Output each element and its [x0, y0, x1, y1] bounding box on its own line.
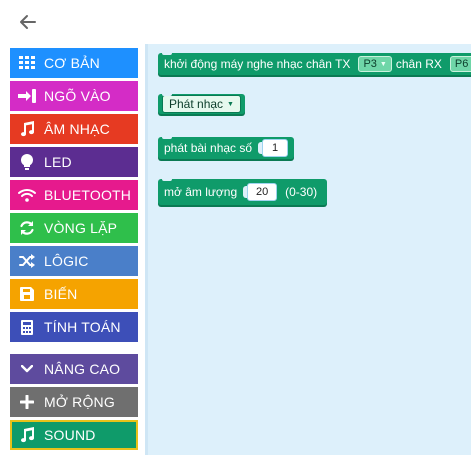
music-icon	[10, 420, 44, 450]
arrow-left-icon	[20, 15, 36, 29]
block-text: phát bài nhạc số	[164, 141, 253, 155]
category-bien[interactable]: BIẾN	[10, 279, 138, 309]
block-play-track[interactable]: phát bài nhạc số 1	[158, 136, 295, 159]
category-led[interactable]: LED	[10, 147, 138, 177]
category-am-nhac[interactable]: ÂM NHẠC	[10, 114, 138, 144]
input-icon	[10, 81, 44, 111]
category-label: BIẾN	[44, 286, 78, 302]
category-label: BLUETOOTH	[44, 187, 132, 203]
rx-pin-value: P6	[454, 58, 469, 70]
shuffle-icon	[10, 246, 44, 276]
volume-range-text: (0-30)	[285, 185, 318, 199]
caret-down-icon: ▼	[227, 100, 234, 108]
grid-icon	[10, 48, 44, 78]
category-label: NGÕ VÀO	[44, 88, 111, 104]
music-icon	[10, 114, 44, 144]
volume-input[interactable]: 20	[247, 183, 278, 201]
category-label: LÔGIC	[44, 253, 89, 269]
tx-pin-value: P3	[363, 58, 377, 70]
block-notch	[162, 52, 172, 55]
category-co-ban[interactable]: CƠ BẢN	[10, 48, 138, 78]
block-play-control[interactable]: Phát nhạc ▼	[158, 93, 245, 114]
category-label: CƠ BẢN	[44, 55, 100, 71]
toolbox-sidebar: CƠ BẢN NGÕ VÀO ÂM NHẠC LED BLUETOOTH VÒN…	[0, 44, 145, 455]
back-button[interactable]	[14, 8, 42, 36]
category-nang-cao[interactable]: NÂNG CAO	[10, 354, 138, 384]
plus-icon	[10, 387, 44, 417]
wifi-icon	[10, 180, 44, 210]
category-label: VÒNG LẶP	[44, 220, 118, 236]
block-notch	[162, 93, 172, 96]
tx-pin-dropdown[interactable]: P3 ▼	[358, 56, 392, 72]
category-label: MỞ RỘNG	[44, 394, 115, 410]
block-set-volume[interactable]: mở âm lượng 20 (0-30)	[158, 178, 328, 205]
category-label: LED	[44, 154, 72, 170]
category-label: SOUND	[44, 427, 96, 443]
block-workspace[interactable]: khởi động máy nghe nhạc chân TX P3 ▼ chân…	[145, 44, 471, 455]
category-sound[interactable]: SOUND	[10, 420, 138, 450]
category-label: TÍNH TOÁN	[44, 319, 121, 335]
play-action-value: Phát nhạc	[169, 97, 224, 111]
block-text: chân RX	[395, 57, 442, 71]
category-label: ÂM NHẠC	[44, 121, 110, 137]
rx-pin-dropdown[interactable]: P6▼	[449, 56, 471, 72]
block-text: khởi động máy nghe nhạc chân TX	[164, 57, 351, 71]
category-vong-lap[interactable]: VÒNG LẶP	[10, 213, 138, 243]
calculator-icon	[10, 312, 44, 342]
category-ngo-vao[interactable]: NGÕ VÀO	[10, 81, 138, 111]
caret-down-icon: ▼	[379, 60, 387, 68]
block-text: mở âm lượng	[164, 185, 238, 199]
play-action-dropdown[interactable]: Phát nhạc ▼	[162, 95, 241, 113]
category-tinh-toan[interactable]: TÍNH TOÁN	[10, 312, 138, 342]
category-label: NÂNG CAO	[44, 361, 121, 377]
category-mo-rong[interactable]: MỞ RỘNG	[10, 387, 138, 417]
block-player-init[interactable]: khởi động máy nghe nhạc chân TX P3 ▼ chân…	[158, 52, 471, 75]
refresh-icon	[10, 213, 44, 243]
category-logic[interactable]: LÔGIC	[10, 246, 138, 276]
track-number-input[interactable]: 1	[262, 139, 289, 157]
bulb-icon	[10, 147, 44, 177]
chevron-down-icon	[10, 354, 44, 384]
block-notch	[162, 178, 172, 181]
category-bluetooth[interactable]: BLUETOOTH	[10, 180, 138, 210]
block-notch	[162, 136, 172, 139]
save-icon	[10, 279, 44, 309]
